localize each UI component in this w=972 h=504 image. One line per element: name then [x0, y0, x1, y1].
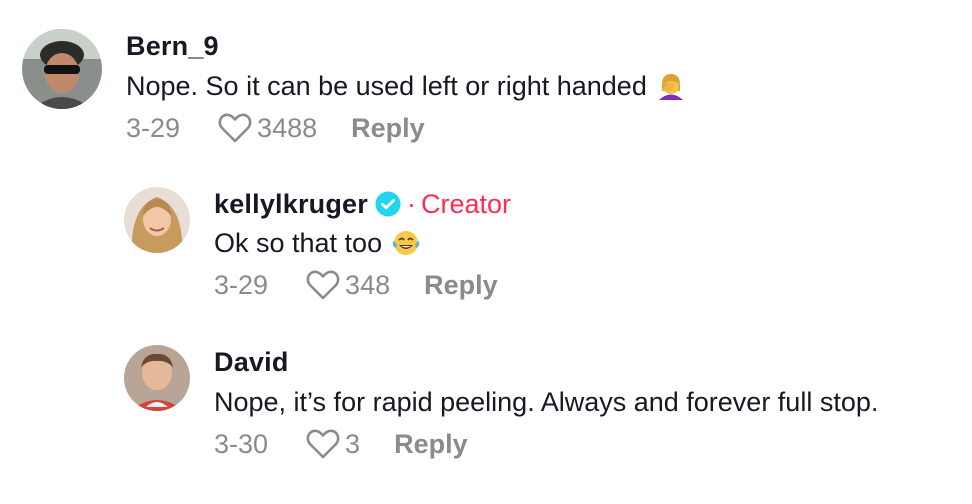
comment-kellylkruger: kellylkruger · Creator Ok so that too 3-…	[124, 187, 511, 302]
reply-button[interactable]: Reply	[394, 429, 468, 460]
comment-text: Ok so that too	[214, 227, 383, 258]
like-count: 348	[345, 269, 391, 300]
heart-icon	[218, 113, 252, 143]
heart-icon	[306, 270, 340, 300]
avatar[interactable]	[124, 187, 190, 253]
like-button[interactable]: 348	[306, 270, 390, 301]
comment-david: David Nope, it’s for rapid peeling. Alwa…	[124, 345, 878, 461]
verified-badge-icon	[375, 191, 401, 217]
creator-separator: ·	[407, 188, 416, 219]
comment-date: 3-29	[214, 269, 269, 300]
comment-text: Nope, it’s for rapid peeling. Always and…	[214, 386, 879, 417]
avatar-image	[22, 29, 102, 109]
reply-button[interactable]: Reply	[424, 270, 498, 301]
like-count: 3	[345, 428, 361, 459]
username[interactable]: Bern_9	[126, 31, 219, 62]
creator-label: Creator	[421, 188, 512, 219]
heart-icon	[306, 429, 340, 459]
comment-text: Nope. So it can be used left or right ha…	[126, 70, 647, 101]
woman-facepalming-emoji-icon	[656, 71, 686, 101]
comment-date: 3-30	[214, 428, 269, 459]
like-button[interactable]: 3	[306, 429, 360, 460]
avatar[interactable]	[22, 29, 102, 109]
username[interactable]: David	[214, 347, 289, 378]
like-button[interactable]: 3488	[218, 113, 317, 144]
like-count: 3488	[257, 112, 318, 143]
avatar[interactable]	[124, 345, 190, 411]
face-with-tears-of-joy-emoji-icon	[391, 228, 421, 258]
username[interactable]: kellylkruger	[214, 189, 368, 220]
comment-bern-9: Bern_9 Nope. So it can be used left or r…	[22, 29, 686, 145]
comment-date: 3-29	[126, 112, 181, 143]
avatar-image	[124, 187, 190, 253]
avatar-image	[124, 345, 190, 411]
reply-button[interactable]: Reply	[351, 113, 425, 144]
